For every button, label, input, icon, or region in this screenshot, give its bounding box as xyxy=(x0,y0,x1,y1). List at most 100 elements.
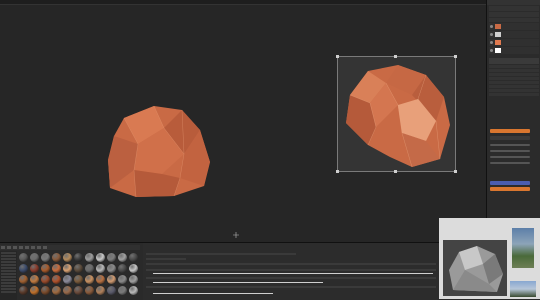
gizmo-handle[interactable] xyxy=(394,55,397,58)
visibility-icon[interactable] xyxy=(490,41,493,44)
slider-track[interactable] xyxy=(490,156,530,158)
material-ball[interactable] xyxy=(41,264,50,273)
layer-row[interactable] xyxy=(489,39,539,46)
material-ball[interactable] xyxy=(85,286,94,295)
tool-row[interactable] xyxy=(489,58,539,64)
property-row[interactable] xyxy=(489,69,539,72)
material-ball[interactable] xyxy=(30,275,39,284)
rock-model-left[interactable] xyxy=(104,100,214,200)
material-ball[interactable] xyxy=(41,286,50,295)
slider-track[interactable] xyxy=(490,162,530,164)
material-ball[interactable] xyxy=(52,264,61,273)
material-shelf-grid[interactable] xyxy=(18,252,140,300)
material-ball[interactable] xyxy=(19,253,28,262)
material-ball[interactable] xyxy=(52,253,61,262)
property-row[interactable] xyxy=(146,263,436,265)
property-row[interactable] xyxy=(489,81,539,84)
material-ball[interactable] xyxy=(63,264,72,273)
material-ball[interactable] xyxy=(63,275,72,284)
material-ball[interactable] xyxy=(85,275,94,284)
property-row[interactable] xyxy=(489,89,539,92)
accent-color-bar[interactable] xyxy=(490,181,530,185)
material-ball[interactable] xyxy=(96,253,105,262)
material-ball[interactable] xyxy=(107,275,116,284)
material-ball[interactable] xyxy=(107,253,116,262)
material-ball[interactable] xyxy=(41,275,50,284)
viewport-toolbar xyxy=(0,0,486,5)
property-row[interactable] xyxy=(146,258,186,260)
layer-thumbnail xyxy=(495,32,501,37)
property-row[interactable] xyxy=(489,85,539,88)
material-ball[interactable] xyxy=(52,286,61,295)
material-ball[interactable] xyxy=(129,286,138,295)
material-ball[interactable] xyxy=(118,264,127,273)
property-row[interactable] xyxy=(489,73,539,76)
property-row[interactable] xyxy=(146,269,436,271)
material-ball[interactable] xyxy=(74,286,83,295)
accent-color-bar[interactable] xyxy=(490,136,530,140)
property-row[interactable] xyxy=(489,65,539,68)
material-ball[interactable] xyxy=(107,286,116,295)
accent-color-bar[interactable] xyxy=(490,187,530,191)
material-ball[interactable] xyxy=(19,286,28,295)
property-row[interactable] xyxy=(146,277,436,279)
material-ball[interactable] xyxy=(30,264,39,273)
property-slider[interactable] xyxy=(153,293,273,294)
property-row[interactable] xyxy=(489,93,539,96)
material-ball[interactable] xyxy=(19,275,28,284)
panel-search-row[interactable] xyxy=(489,6,539,11)
property-row[interactable] xyxy=(146,286,436,288)
material-ball[interactable] xyxy=(19,264,28,273)
accent-color-bar[interactable] xyxy=(490,129,530,133)
panel-tabs[interactable] xyxy=(489,12,539,17)
material-ball[interactable] xyxy=(118,275,127,284)
gizmo-handle[interactable] xyxy=(454,170,457,173)
layer-thumbnail xyxy=(495,40,501,45)
material-ball[interactable] xyxy=(96,286,105,295)
material-ball[interactable] xyxy=(74,275,83,284)
gizmo-handle[interactable] xyxy=(336,55,339,58)
material-ball[interactable] xyxy=(74,264,83,273)
material-ball[interactable] xyxy=(96,275,105,284)
visibility-icon[interactable] xyxy=(490,25,493,28)
rock-model-right[interactable] xyxy=(340,61,454,169)
material-ball[interactable] xyxy=(118,286,127,295)
layer-row[interactable] xyxy=(489,47,539,54)
shelf-toolbar[interactable] xyxy=(0,245,140,250)
material-ball[interactable] xyxy=(85,264,94,273)
visibility-icon[interactable] xyxy=(490,33,493,36)
material-ball[interactable] xyxy=(129,264,138,273)
material-ball[interactable] xyxy=(107,264,116,273)
slider-track[interactable] xyxy=(490,150,530,152)
gizmo-handle[interactable] xyxy=(336,170,339,173)
reference-image-window[interactable] xyxy=(439,218,540,299)
material-ball[interactable] xyxy=(63,286,72,295)
property-slider[interactable] xyxy=(153,273,433,274)
material-ball[interactable] xyxy=(41,253,50,262)
material-ball[interactable] xyxy=(30,253,39,262)
selection-gizmo-box[interactable] xyxy=(336,55,457,173)
property-row[interactable] xyxy=(489,77,539,80)
material-ball[interactable] xyxy=(129,275,138,284)
material-ball[interactable] xyxy=(74,253,83,262)
material-ball[interactable] xyxy=(85,253,94,262)
shelf-category-list[interactable] xyxy=(0,251,17,300)
material-ball[interactable] xyxy=(118,253,127,262)
layer-row[interactable] xyxy=(489,23,539,30)
visibility-icon[interactable] xyxy=(490,49,493,52)
property-row[interactable] xyxy=(146,253,296,255)
material-ball[interactable] xyxy=(96,264,105,273)
gizmo-handle[interactable] xyxy=(454,55,457,58)
3d-viewport[interactable] xyxy=(0,0,486,242)
material-ball[interactable] xyxy=(30,286,39,295)
reference-rock-render xyxy=(443,240,507,296)
layer-row[interactable] xyxy=(489,31,539,38)
material-ball[interactable] xyxy=(52,275,61,284)
material-ball[interactable] xyxy=(129,253,138,262)
reference-photo xyxy=(510,281,536,297)
property-slider[interactable] xyxy=(153,282,323,283)
slider-track[interactable] xyxy=(490,144,530,146)
panel-filter-row[interactable] xyxy=(489,18,539,22)
material-ball[interactable] xyxy=(63,253,72,262)
gizmo-handle[interactable] xyxy=(394,170,397,173)
